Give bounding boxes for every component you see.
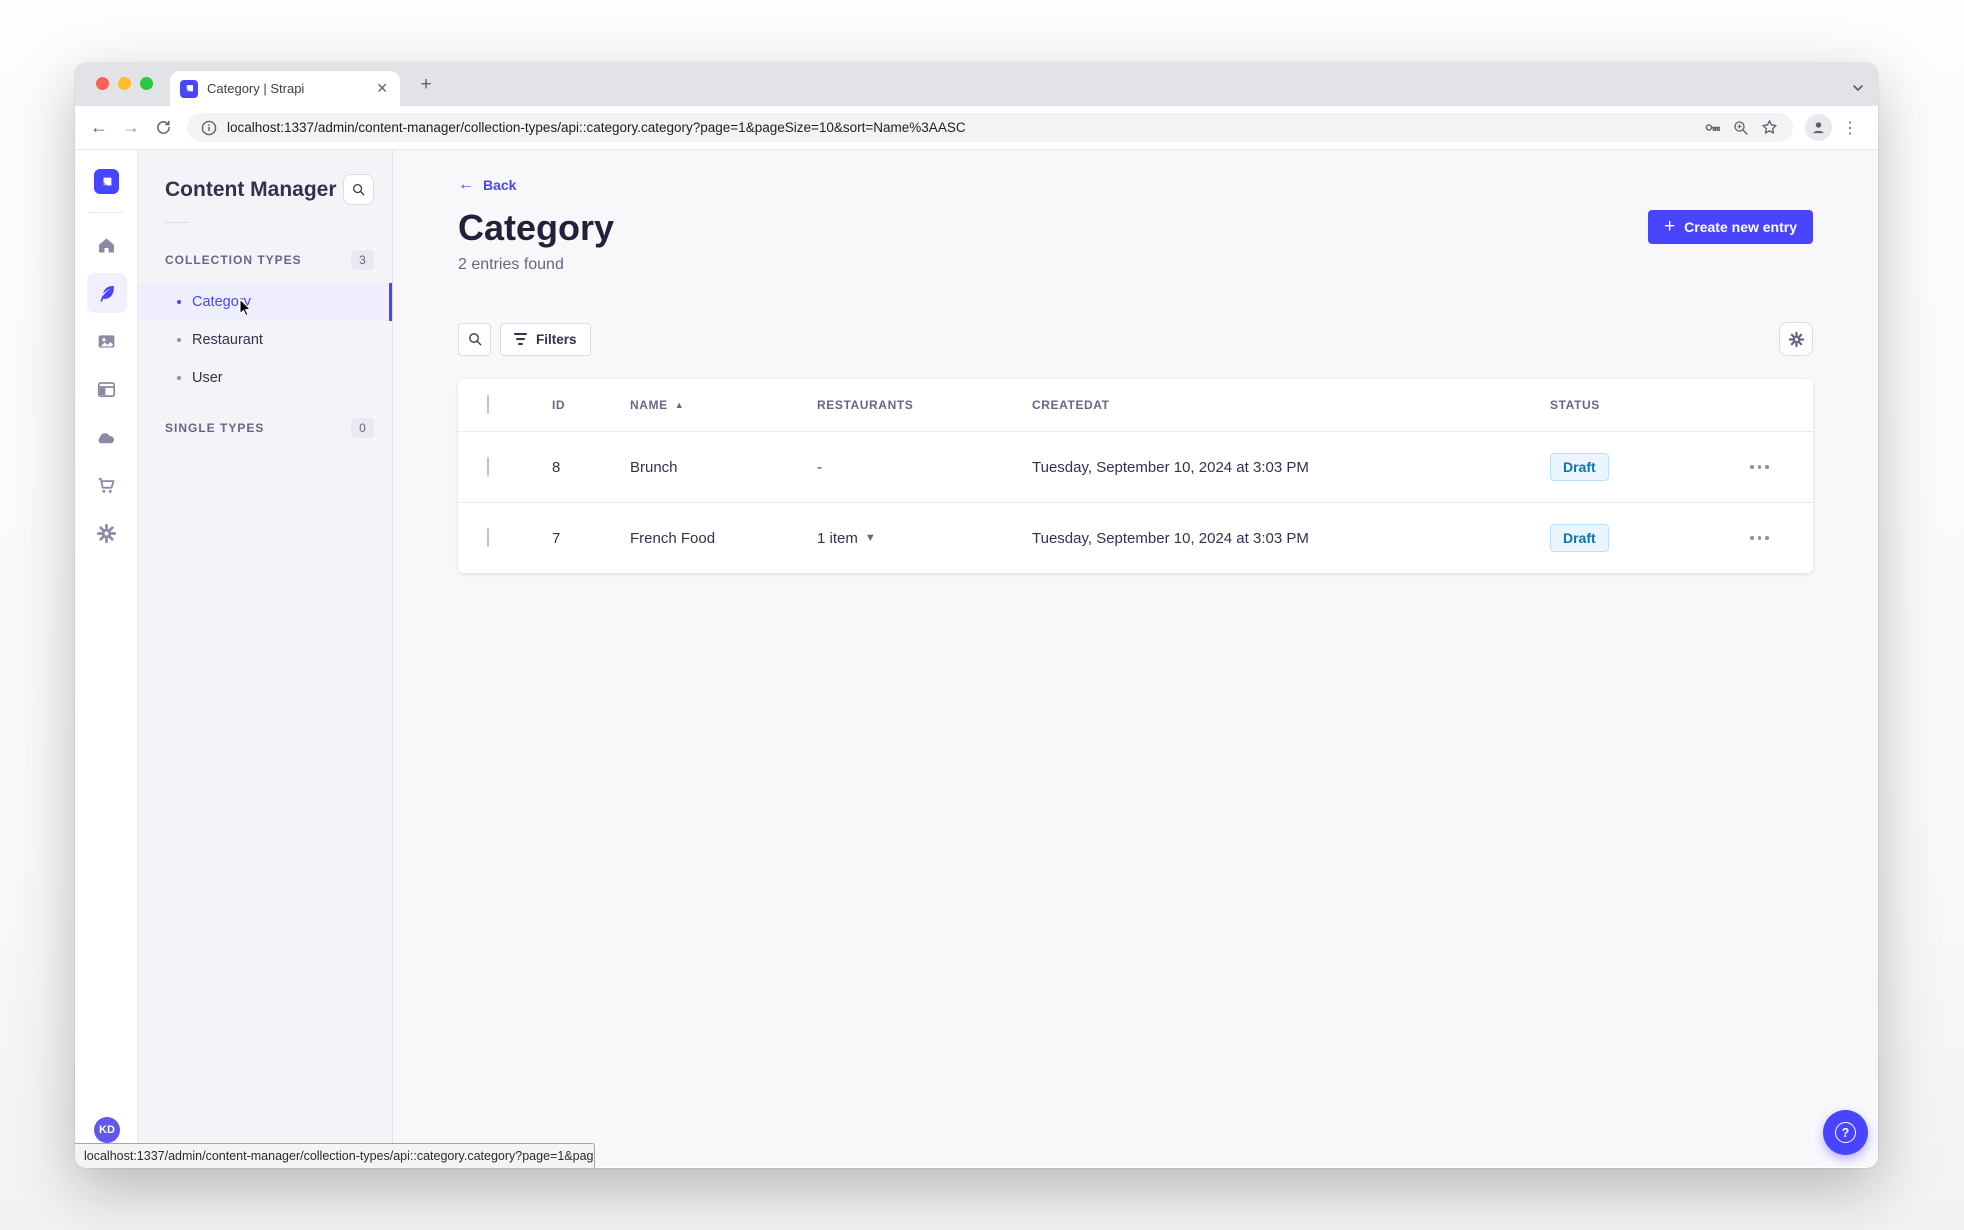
back-link[interactable]: ← Back xyxy=(458,176,517,194)
tab-title: Category | Strapi xyxy=(207,81,305,96)
browser-profile-avatar[interactable] xyxy=(1805,114,1832,141)
cell-name: French Food xyxy=(630,529,716,547)
sidebar-item-label: User xyxy=(192,370,223,386)
password-key-icon[interactable] xyxy=(1703,118,1722,137)
url-text: localhost:1337/admin/content-manager/col… xyxy=(227,120,966,135)
create-new-entry-button[interactable]: + Create new entry xyxy=(1648,210,1813,244)
rail-divider xyxy=(89,212,124,213)
settings-gear-icon[interactable] xyxy=(87,513,127,553)
row-checkbox[interactable] xyxy=(487,457,489,476)
media-library-icon[interactable] xyxy=(87,321,127,361)
row-actions-icon[interactable] xyxy=(1750,536,1769,540)
reload-icon[interactable] xyxy=(149,114,177,142)
marketplace-cart-icon[interactable] xyxy=(87,465,127,505)
subnav-search-button[interactable] xyxy=(343,174,374,205)
bullet-icon xyxy=(177,376,181,380)
row-actions-icon[interactable] xyxy=(1750,465,1769,469)
cell-createdat: Tuesday, September 10, 2024 at 3:03 PM xyxy=(1032,458,1309,476)
chevron-down-icon: ▼ xyxy=(864,532,876,544)
row-checkbox[interactable] xyxy=(487,528,489,547)
status-badge: Draft xyxy=(1550,524,1609,552)
cell-restaurants: - xyxy=(817,458,822,476)
table-header-row: ID NAME ▲ RESTAURANTS CREATEDAT STATUS xyxy=(458,379,1813,431)
cell-name: Brunch xyxy=(630,458,678,476)
browser-window: Category | Strapi ✕ + ← → localhost:1337… xyxy=(75,63,1878,1168)
forward-nav-icon[interactable]: → xyxy=(117,114,145,142)
new-tab-button[interactable]: + xyxy=(413,72,439,98)
content-manager-icon[interactable] xyxy=(86,273,127,313)
filter-icon xyxy=(514,333,527,345)
back-arrow-icon: ← xyxy=(458,176,474,193)
select-all-checkbox[interactable] xyxy=(487,395,489,414)
user-avatar[interactable]: KD xyxy=(94,1117,120,1143)
sort-ascending-icon: ▲ xyxy=(674,400,685,410)
entries-table: ID NAME ▲ RESTAURANTS CREATEDAT STATUS 8 xyxy=(458,379,1813,573)
main-nav-rail: KD xyxy=(75,150,138,1167)
collection-types-count-badge: 3 xyxy=(351,250,374,270)
help-button[interactable]: ? xyxy=(1823,1110,1868,1155)
sidebar-item-user[interactable]: User xyxy=(138,359,392,397)
sidebar-item-restaurant[interactable]: Restaurant xyxy=(138,321,392,359)
view-settings-gear-button[interactable] xyxy=(1779,322,1813,356)
question-mark-icon: ? xyxy=(1835,1122,1856,1143)
page-title: Category xyxy=(458,207,615,248)
minimize-window-button[interactable] xyxy=(118,77,131,90)
tab-search-chevron-icon[interactable] xyxy=(1852,79,1864,97)
address-bar[interactable]: localhost:1337/admin/content-manager/col… xyxy=(187,113,1793,142)
list-search-button[interactable] xyxy=(458,322,491,356)
table-row[interactable]: 8 Brunch - Tuesday, September 10, 2024 a… xyxy=(458,431,1813,502)
table-row[interactable]: 7 French Food 1 item ▼ Tuesday, Septembe… xyxy=(458,502,1813,573)
status-badge: Draft xyxy=(1550,453,1609,481)
main-panel: ← Back Category 2 entries found + Create… xyxy=(393,150,1878,1167)
strapi-favicon xyxy=(180,79,198,98)
section-label-single-types: SINGLE TYPES xyxy=(165,421,265,435)
browser-tab[interactable]: Category | Strapi ✕ xyxy=(170,71,400,106)
bullet-icon xyxy=(177,338,181,342)
tab-close-icon[interactable]: ✕ xyxy=(374,80,390,97)
zoom-window-button[interactable] xyxy=(140,77,153,90)
link-preview-status-bar: localhost:1337/admin/content-manager/col… xyxy=(75,1143,595,1168)
deploy-cloud-icon[interactable] xyxy=(87,417,127,457)
subnav-divider xyxy=(165,222,189,223)
content-manager-subnav: Content Manager COLLECTION TYPES 3 Categ… xyxy=(138,150,393,1167)
subnav-title: Content Manager xyxy=(165,177,337,201)
strapi-admin: KD Content Manager COLLECTION TYPES 3 Ca… xyxy=(75,150,1878,1167)
site-info-icon[interactable] xyxy=(201,120,217,136)
cell-id: 8 xyxy=(552,458,561,476)
back-label: Back xyxy=(483,177,517,193)
tab-strip: Category | Strapi ✕ + xyxy=(75,63,1878,106)
column-header-createdat: CREATEDAT xyxy=(1032,398,1110,412)
filters-button[interactable]: Filters xyxy=(500,322,591,356)
zoom-page-icon[interactable] xyxy=(1732,119,1750,137)
browser-menu-icon[interactable]: ⋮ xyxy=(1836,114,1864,142)
section-label-collection-types: COLLECTION TYPES xyxy=(165,253,302,267)
cell-createdat: Tuesday, September 10, 2024 at 3:03 PM xyxy=(1032,529,1309,547)
single-types-count-badge: 0 xyxy=(351,418,374,438)
strapi-logo xyxy=(94,169,119,194)
entries-count: 2 entries found xyxy=(458,256,564,273)
close-window-button[interactable] xyxy=(96,77,109,90)
home-icon[interactable] xyxy=(87,225,127,265)
sidebar-item-label: Restaurant xyxy=(192,332,263,348)
back-nav-icon[interactable]: ← xyxy=(85,114,113,142)
column-header-status: STATUS xyxy=(1550,398,1600,412)
bullet-icon xyxy=(177,300,181,304)
sidebar-item-label: Category xyxy=(192,294,251,310)
filters-button-label: Filters xyxy=(536,331,577,347)
browser-toolbar: ← → localhost:1337/admin/content-manager… xyxy=(75,106,1878,150)
sidebar-item-category[interactable]: Category xyxy=(138,283,392,321)
window-controls xyxy=(96,77,153,90)
cell-id: 7 xyxy=(552,529,561,547)
column-header-name[interactable]: NAME ▲ xyxy=(630,398,817,412)
cell-restaurants-relation[interactable]: 1 item ▼ xyxy=(817,530,1032,547)
content-type-builder-icon[interactable] xyxy=(87,369,127,409)
create-button-label: Create new entry xyxy=(1684,219,1797,235)
plus-icon: + xyxy=(1664,215,1676,237)
bookmark-star-icon[interactable] xyxy=(1760,118,1779,137)
column-header-restaurants: RESTAURANTS xyxy=(817,398,914,412)
column-header-id[interactable]: ID xyxy=(552,398,630,412)
